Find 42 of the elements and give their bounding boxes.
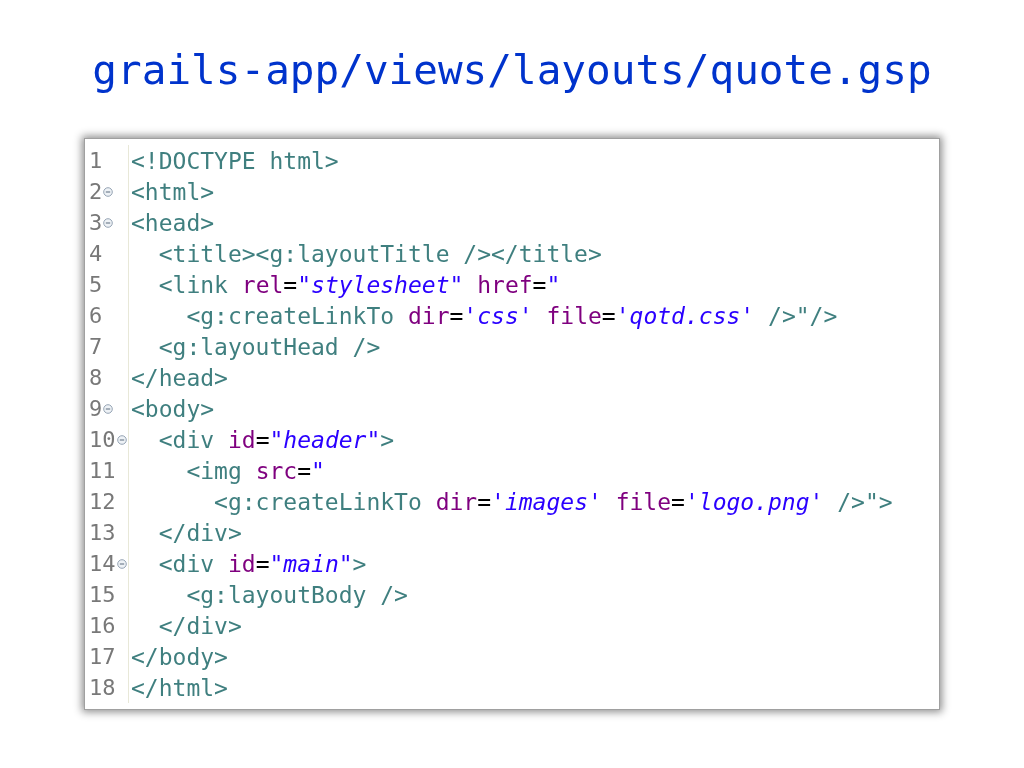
line-number: 9 [89,396,103,421]
line-number: 16 [89,613,116,638]
line-number: 18 [89,675,116,700]
code-line: <link rel="stylesheet" href=" [157,271,561,298]
code-line: <g:createLinkTo dir='images' file='logo.png' />"> [213,488,893,515]
slide-title: grails-app/views/layouts/quote.gsp [92,45,932,96]
line-number: 6 [89,303,103,328]
collapse-icon[interactable] [103,186,114,197]
code-line: <div id="main"> [157,550,367,577]
code-line: <g:layoutHead /> [157,333,381,360]
line-number: 10 [89,427,116,452]
code-line: <title><g:layoutTitle /></title> [157,240,602,267]
code-line: <g:layoutBody /> [185,581,408,608]
line-number: 11 [89,458,116,483]
code-line: <!DOCTYPE html> [130,147,339,174]
line-number: 13 [89,520,116,545]
code-line: <g:createLinkTo dir='css' file='qotd.css' />"/> [185,302,838,329]
code-line: </div> [157,519,242,546]
code-line: <head> [130,209,215,236]
collapse-icon[interactable] [103,403,114,414]
line-number: 1 [89,148,103,173]
line-number: 4 [89,241,103,266]
code-line: </html> [130,674,228,701]
line-number: 12 [89,489,116,514]
line-number: 3 [89,210,103,235]
code-line: <body> [130,395,215,422]
code-line: </body> [130,643,228,670]
collapse-icon[interactable] [116,434,127,445]
code-line: <div id="header"> [157,426,395,453]
line-number: 7 [89,334,103,359]
line-number: 14 [89,551,116,576]
code-line: </head> [130,364,228,391]
code-line: <html> [130,178,215,205]
collapse-icon[interactable] [103,217,114,228]
code-line: <img src=" [185,457,325,484]
line-number: 2 [89,179,103,204]
line-number: 17 [89,644,116,669]
collapse-icon[interactable] [116,558,127,569]
line-number: 5 [89,272,103,297]
line-number: 15 [89,582,116,607]
code-line: </div> [157,612,242,639]
line-number: 8 [89,365,103,390]
